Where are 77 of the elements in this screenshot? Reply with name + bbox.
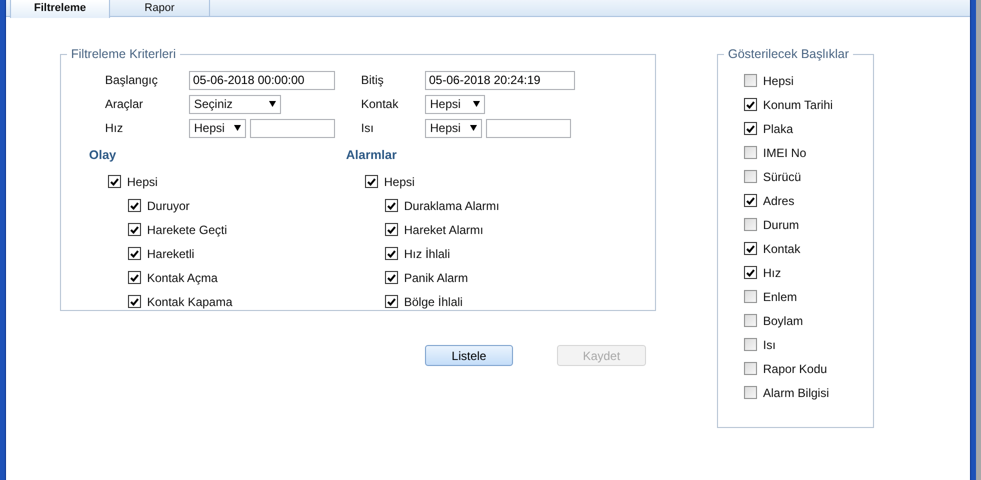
checkbox[interactable] <box>385 271 398 284</box>
checkbox[interactable] <box>744 170 757 184</box>
checkbox-label: Harekete Geçti <box>147 222 228 238</box>
checkbox[interactable] <box>385 223 398 236</box>
panel-legend: Gösterilecek Başlıklar <box>724 45 853 64</box>
checkbox-label: Panik Alarm <box>404 270 468 286</box>
checkbox-label: Duruyor <box>147 198 190 214</box>
checkbox[interactable] <box>744 266 757 280</box>
checkbox-label: Kontak Kapama <box>147 294 232 310</box>
checkbox[interactable] <box>128 223 141 236</box>
checkbox-label: Hız <box>763 264 781 282</box>
panel-legend: Filtreleme Kriterleri <box>67 45 180 64</box>
checkbox-label: Plaka <box>763 120 794 138</box>
field-label: Hız <box>105 120 124 138</box>
checkbox-label: Duraklama Alarmı <box>404 198 500 214</box>
date-field[interactable]: 05-06-2018 20:24:19 <box>425 70 575 90</box>
tab[interactable]: Rapor <box>110 0 210 16</box>
checkbox[interactable] <box>744 362 757 376</box>
checkbox[interactable] <box>744 122 757 136</box>
date-field[interactable]: 05-06-2018 00:00:00 <box>189 70 335 90</box>
checkbox-label: Bölge İhlali <box>404 294 463 310</box>
checkbox-label: Hepsi <box>127 174 158 190</box>
checkbox[interactable] <box>385 199 398 212</box>
checkbox-label: Hepsi <box>384 174 415 190</box>
section-heading: Alarmlar <box>346 146 398 164</box>
checkbox[interactable] <box>744 146 757 160</box>
checkbox-label: Sürücü <box>763 168 802 186</box>
checkbox[interactable] <box>744 218 757 232</box>
select-field[interactable]: Hepsi <box>425 94 485 114</box>
select-field[interactable]: Seçiniz <box>189 94 281 114</box>
checkbox[interactable] <box>744 314 757 328</box>
checkbox-label: Alarm Bilgisi <box>763 384 830 402</box>
checkbox-label: Hareketli <box>147 246 194 262</box>
checkbox[interactable] <box>108 175 121 188</box>
dropdown-arrow-icon <box>234 125 241 132</box>
checkbox[interactable] <box>128 199 141 212</box>
checkbox[interactable] <box>128 295 141 308</box>
field-label: Kontak <box>361 96 400 114</box>
checkbox[interactable] <box>385 295 398 308</box>
dropdown-arrow-icon <box>470 125 477 132</box>
checkbox-label: Kontak Açma <box>147 270 218 286</box>
tab[interactable]: Filtreleme <box>10 0 110 18</box>
list-button[interactable]: Listele <box>425 345 513 366</box>
checkbox-label: Hareket Alarmı <box>404 222 484 238</box>
field-label: Isı <box>361 120 375 138</box>
checkbox-label: Konum Tarihi <box>763 96 833 114</box>
section-heading: Olay <box>89 146 118 164</box>
checkbox[interactable] <box>744 194 757 208</box>
checkbox-label: Enlem <box>763 288 798 306</box>
checkbox-label: Boylam <box>763 312 804 330</box>
checkbox[interactable] <box>744 242 757 256</box>
checkbox[interactable] <box>744 338 757 352</box>
checkbox-label: IMEI No <box>763 144 806 162</box>
field-label: Başlangıç <box>105 72 159 90</box>
checkbox[interactable] <box>744 386 757 400</box>
checkbox[interactable] <box>128 271 141 284</box>
dropdown-arrow-icon <box>473 101 480 108</box>
checkbox-label: Hız İhlali <box>404 246 450 262</box>
field-label: Bitiş <box>361 72 385 90</box>
checkbox[interactable] <box>744 98 757 112</box>
checkbox-label: Isı <box>763 336 776 354</box>
checkbox-label: Hepsi <box>763 72 794 90</box>
checkbox-label: Rapor Kodu <box>763 360 828 378</box>
dropdown-arrow-icon <box>269 101 276 108</box>
select-field[interactable]: Hepsi <box>425 118 482 138</box>
checkbox-label: Durum <box>763 216 800 234</box>
select-field[interactable]: Hepsi <box>189 118 246 138</box>
field-label: Araçlar <box>105 96 144 114</box>
checkbox-label: Adres <box>763 192 794 210</box>
checkbox[interactable] <box>385 247 398 260</box>
checkbox[interactable] <box>365 175 378 188</box>
input-field[interactable] <box>486 118 571 138</box>
checkbox[interactable] <box>128 247 141 260</box>
checkbox-label: Kontak <box>763 240 800 258</box>
checkbox[interactable] <box>744 74 757 88</box>
input-field[interactable] <box>250 118 335 138</box>
checkbox[interactable] <box>744 290 757 304</box>
